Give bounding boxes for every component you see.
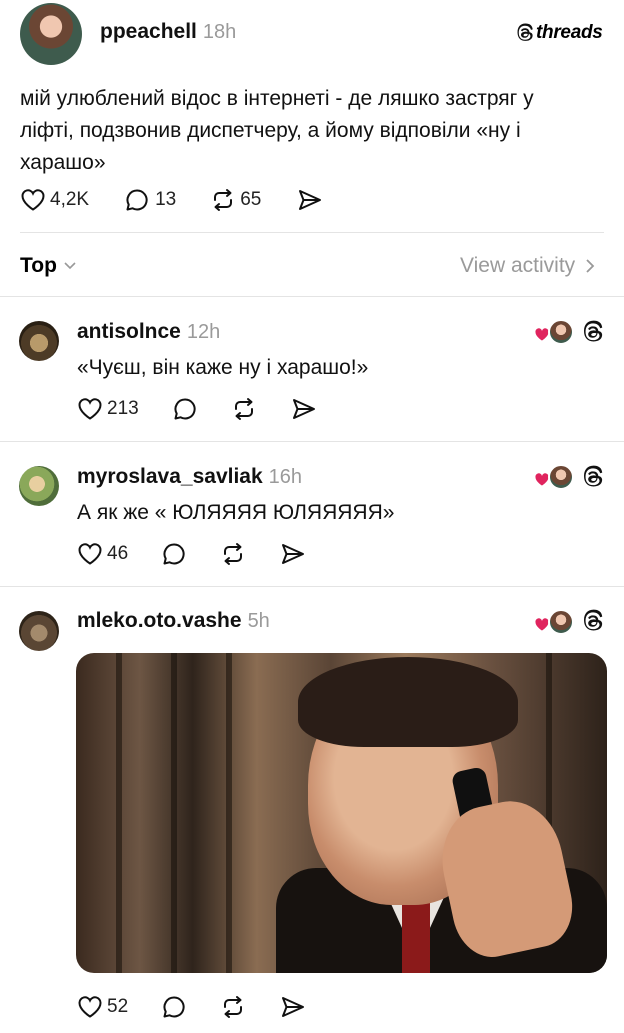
elevator-wall-panel [116,653,122,973]
comment-actions: 46 [77,541,306,567]
heart-icon [77,397,103,421]
post-header: ppeachell 18h [100,20,236,44]
like-count: 213 [107,398,139,419]
chevron-right-icon [585,258,595,274]
avatar [548,464,574,490]
divider [20,232,604,233]
comment-bubble-icon[interactable] [173,397,197,421]
comment-username[interactable]: mleko.oto.vashe [77,609,242,632]
repost-icon[interactable] [220,542,246,566]
comment-bubble-icon[interactable] [162,542,186,566]
divider [0,586,624,587]
avatar[interactable] [19,466,59,506]
threads-logo-icon [516,23,534,43]
avatar[interactable] [19,321,59,361]
send-icon[interactable] [280,995,306,1019]
post-text: мій улюблений відос в інтернеті - де ляш… [20,83,610,179]
comment-actions: 213 [77,396,317,422]
comment-text: «Чуєш, він каже ну і харашо!» [77,356,369,379]
repost-icon [210,188,236,212]
heart-icon [535,328,549,346]
heart-icon [535,473,549,491]
avatar [548,609,574,635]
chevron-down-icon [63,261,77,271]
comment-username[interactable]: myroslava_savliak [77,465,263,488]
view-activity-link[interactable]: View activity [460,254,595,278]
comment-header: mleko.oto.vashe 5h [77,609,270,633]
comment-text: А як же « ЮЛЯЯЯЯ ЮЛЯЯЯЯЯ» [77,501,395,524]
divider [0,441,624,442]
comment-header: antisolnce 12h [77,320,220,344]
threads-logo-icon[interactable] [582,465,604,494]
post-text-line: мій улюблений відос в інтернеті - де ляш… [20,87,534,110]
threads-brand[interactable]: threads [516,22,603,44]
comment-actions: 52 [77,994,306,1020]
comment-bubble-icon [125,188,149,212]
send-icon[interactable] [280,542,306,566]
like-count: 46 [107,543,129,564]
share-button[interactable] [297,188,323,212]
threads-wordmark: threads [536,22,603,43]
threads-logo-icon[interactable] [582,609,604,638]
post-actions: 4,2K 13 65 [20,186,323,214]
man-tie [402,901,430,973]
comment-time: 16h [268,466,303,488]
heart-icon [20,188,46,212]
avatar[interactable] [19,611,59,651]
comment-username[interactable]: antisolnce [77,320,181,343]
like-button[interactable]: 4,2K [20,188,89,212]
heart-icon [77,995,103,1019]
sort-dropdown[interactable]: Top [20,254,77,278]
reply-count: 13 [155,189,177,210]
like-button[interactable]: 52 [77,995,128,1019]
post-username[interactable]: ppeachell [100,20,197,43]
like-button[interactable]: 213 [77,397,139,421]
video-thumbnail[interactable] [76,653,607,973]
like-button[interactable]: 46 [77,542,128,566]
send-icon [297,188,323,212]
send-icon[interactable] [291,397,317,421]
like-count: 4,2K [50,189,90,210]
reply-button[interactable]: 13 [125,188,176,212]
threads-logo-icon[interactable] [582,320,604,349]
repost-button[interactable]: 65 [210,188,261,212]
repost-icon[interactable] [231,397,257,421]
heart-icon [77,542,103,566]
divider [0,296,624,297]
post-text-line: харашо» [20,151,106,174]
repost-icon[interactable] [220,995,246,1019]
elevator-wall-panel [226,653,232,973]
comment-bubble-icon[interactable] [162,995,186,1019]
author-liked-badge [535,319,574,346]
comment-time: 5h [247,610,270,632]
comment-time: 12h [186,321,221,343]
post-time: 18h [202,21,237,43]
like-count: 52 [107,996,129,1017]
avatar[interactable] [20,3,82,65]
author-liked-badge [535,609,574,636]
avatar [548,319,574,345]
heart-icon [535,618,549,636]
author-liked-badge [535,464,574,491]
man-hair [298,657,518,747]
repost-count: 65 [240,189,262,210]
elevator-wall-panel [171,653,177,973]
post-text-line: ліфті, подзвонив диспетчеру, а йому відп… [20,119,521,142]
view-activity-label: View activity [460,254,576,277]
comment-header: myroslava_savliak 16h [77,465,302,489]
sort-label: Top [20,254,57,277]
